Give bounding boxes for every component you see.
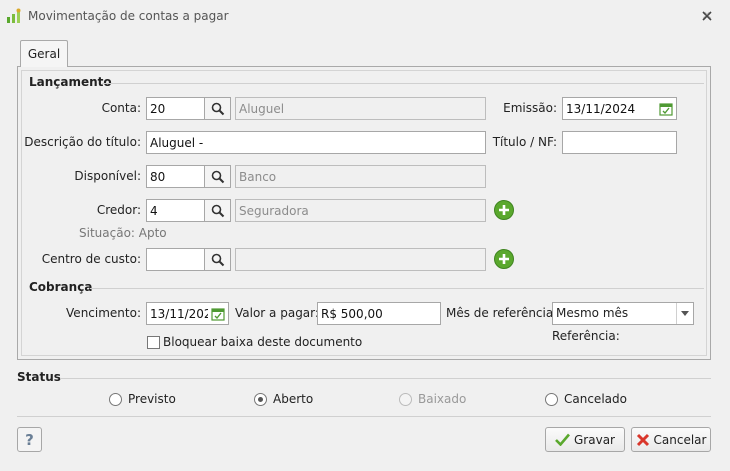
credor-search-button[interactable] — [205, 199, 231, 222]
emissao-calendar-button[interactable] — [656, 98, 676, 119]
search-icon — [211, 170, 224, 183]
tab-geral[interactable]: Geral — [20, 40, 68, 67]
label-referencia: Referência: — [552, 329, 620, 343]
vencimento-calendar-button[interactable] — [208, 303, 228, 324]
window-titlebar: Movimentação de contas a pagar — [0, 0, 730, 32]
search-icon — [211, 253, 224, 266]
centro-custo-name-field — [235, 248, 486, 271]
search-icon — [211, 102, 224, 115]
cancel-button-label: Cancelar — [653, 432, 707, 447]
label-vencimento: Vencimento: — [66, 306, 141, 320]
radio-aberto[interactable]: Aberto — [254, 392, 313, 406]
radio-label: Previsto — [128, 392, 176, 406]
group-title-status: Status — [17, 370, 61, 384]
group-divider — [60, 378, 711, 379]
footer-divider — [17, 416, 711, 417]
label-descricao: Descrição do título: — [24, 135, 141, 149]
label-emissao: Emissão: — [503, 101, 557, 115]
mes-referencia-value: Mesmo mês — [556, 306, 629, 320]
save-button-label: Gravar — [574, 432, 615, 447]
add-credor-icon[interactable] — [493, 199, 515, 221]
search-icon — [211, 204, 224, 217]
bloquear-baixa-label[interactable]: Bloquear baixa deste documento — [163, 335, 362, 349]
label-mes-referencia: Mês de referência: — [446, 306, 558, 320]
app-chart-icon — [7, 8, 21, 23]
radio-button[interactable] — [109, 392, 122, 406]
valor-pagar-input[interactable] — [317, 302, 441, 325]
radio-label: Baixado — [418, 392, 467, 406]
conta-search-button[interactable] — [205, 97, 231, 120]
group-divider — [90, 288, 704, 289]
help-button[interactable]: ? — [17, 427, 42, 452]
disponivel-search-button[interactable] — [205, 165, 231, 188]
disponivel-code-input[interactable] — [146, 165, 205, 188]
titulo-nf-input[interactable] — [562, 131, 677, 154]
chevron-down-icon — [676, 303, 693, 324]
label-credor: Credor: — [96, 203, 141, 217]
mes-referencia-select[interactable]: Mesmo mês — [552, 302, 694, 325]
save-button[interactable]: Gravar — [545, 427, 625, 452]
radio-cancelado[interactable]: Cancelado — [545, 392, 627, 406]
conta-code-input[interactable] — [146, 97, 205, 120]
label-valor-pagar: Valor a pagar: — [235, 306, 319, 320]
disponivel-name-field — [235, 165, 486, 188]
group-divider — [102, 83, 704, 84]
cancel-button[interactable]: Cancelar — [631, 427, 711, 452]
radio-baixado: Baixado — [399, 392, 466, 406]
calendar-icon — [659, 102, 673, 116]
situacao-text: Situação: Apto — [79, 226, 167, 240]
close-icon[interactable] — [700, 9, 714, 23]
radio-button — [399, 392, 412, 406]
cancel-x-icon — [636, 433, 649, 446]
descricao-input[interactable] — [146, 131, 486, 154]
add-centro-custo-icon[interactable] — [493, 248, 515, 270]
centro-custo-search-button[interactable] — [205, 248, 231, 271]
radio-label: Aberto — [273, 392, 314, 406]
bloquear-baixa-checkbox[interactable] — [147, 336, 160, 349]
radio-previsto[interactable]: Previsto — [109, 392, 176, 406]
check-icon — [555, 433, 570, 446]
centro-custo-code-input[interactable] — [146, 248, 205, 271]
radio-button[interactable] — [545, 392, 558, 406]
group-title-cobranca: Cobrança — [29, 280, 93, 294]
credor-code-input[interactable] — [146, 199, 205, 222]
window-title: Movimentação de contas a pagar — [28, 9, 229, 23]
label-conta: Conta: — [101, 101, 141, 115]
label-centro-custo: Centro de custo: — [41, 252, 141, 266]
radio-label: Cancelado — [564, 392, 627, 406]
conta-name-field — [235, 97, 486, 120]
credor-name-field — [235, 199, 486, 222]
calendar-icon — [211, 307, 225, 321]
radio-button[interactable] — [254, 392, 267, 406]
label-disponivel: Disponível: — [74, 169, 141, 183]
group-title-lancamento: Lançamento — [29, 75, 112, 89]
label-titulo-nf: Título / NF: — [492, 135, 557, 149]
